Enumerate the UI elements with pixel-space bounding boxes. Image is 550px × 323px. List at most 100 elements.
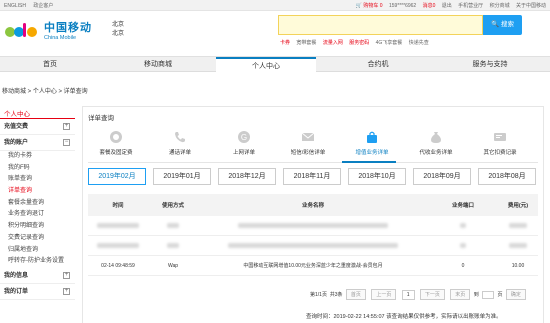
sidebar-item-package-balance[interactable]: 套餐余量查询 bbox=[0, 198, 75, 210]
redacted-text bbox=[238, 223, 388, 228]
page-title: 详单查询 bbox=[88, 115, 114, 122]
logout-link[interactable]: 退出 bbox=[442, 3, 452, 9]
next-page-button[interactable]: 下一页 bbox=[419, 289, 445, 300]
redacted-text bbox=[167, 243, 179, 248]
page-number-button[interactable]: 1 bbox=[401, 290, 415, 300]
prev-page-button[interactable]: 上一页 bbox=[371, 289, 397, 300]
sidebar-item-payment[interactable]: 交费记录查询 bbox=[0, 233, 75, 245]
sidebar-item-bill[interactable]: 账单查询 bbox=[0, 174, 75, 186]
cart-link[interactable]: 🛒 购物车 0 bbox=[356, 3, 383, 9]
english-link[interactable]: ENGLISH bbox=[4, 3, 26, 9]
sidebar-group-recharge[interactable]: 充值交费 + bbox=[0, 119, 75, 135]
category-tabs: 套餐及固定费 通话详单 G 上网详单 短信/彩信详单 增值业务详单 代收业务详单… bbox=[88, 130, 538, 164]
sidebar-item-points[interactable]: 积分明细查询 bbox=[0, 221, 75, 233]
nav-service-support[interactable]: 服务与支持 bbox=[440, 57, 540, 72]
hotlink[interactable]: 服务密码 bbox=[349, 40, 369, 46]
last-page-button[interactable]: 末页 bbox=[450, 289, 471, 300]
sidebar-head: 个人中心 bbox=[0, 108, 75, 119]
cell-time: 02-14 09:48:59 bbox=[101, 262, 135, 269]
hotlink[interactable]: 4G飞享套餐 bbox=[376, 40, 403, 46]
jump-button[interactable]: 确定 bbox=[505, 289, 526, 300]
month-button[interactable]: 2018年09月 bbox=[413, 168, 471, 185]
month-button[interactable]: 2019年01月 bbox=[153, 168, 211, 185]
cell-port: 0 bbox=[461, 262, 465, 269]
table-row: 02-14 09:48:59 Wap 中国移动互联网增值10.00元业务深蓝少年… bbox=[88, 256, 538, 276]
cell-name: 中国移动互联网增值10.00元业务深蓝少年之重度激战-会员包月 bbox=[243, 263, 383, 269]
col-mode: 使用方式 bbox=[161, 203, 184, 209]
envelope-icon bbox=[301, 132, 315, 141]
nav-home[interactable]: 首页 bbox=[0, 57, 100, 72]
search-button[interactable]: 🔍 搜索 bbox=[483, 15, 522, 35]
and-he-logo[interactable] bbox=[4, 17, 38, 41]
sidebar-item-coupons[interactable]: 我的卡券 bbox=[0, 151, 75, 163]
globe-icon: G bbox=[238, 131, 250, 143]
ticket-icon bbox=[494, 133, 506, 141]
nav-mall[interactable]: 移动商城 bbox=[108, 57, 208, 72]
table-row-redacted bbox=[88, 236, 538, 256]
tab-sms-detail[interactable]: 短信/彩信详单 bbox=[280, 130, 336, 156]
collapse-icon[interactable]: − bbox=[63, 139, 70, 146]
svg-text:G: G bbox=[241, 133, 247, 142]
nav-contract-phone[interactable]: 合约机 bbox=[328, 57, 428, 72]
gov-customer-link[interactable]: 政企客户 bbox=[33, 3, 53, 9]
detail-table: 时间 使用方式 业务名称 业务端口 费用(元) 02-14 09:48:59 W… bbox=[88, 194, 538, 276]
sidebar-item-fcode[interactable]: 我的F码 bbox=[0, 163, 75, 175]
redacted-text bbox=[509, 223, 527, 228]
sidebar-item-detail[interactable]: 详单查询 bbox=[0, 186, 75, 198]
month-button[interactable]: 2019年02月 bbox=[88, 168, 146, 185]
expand-icon[interactable]: + bbox=[63, 287, 70, 295]
breadcrumb: 移动商城 > 个人中心 > 详单查询 bbox=[2, 89, 88, 95]
tab-collection-detail[interactable]: 代收业务详单 bbox=[408, 130, 464, 156]
expand-icon[interactable]: + bbox=[63, 271, 70, 279]
sidebar-group-account[interactable]: 我的账户 − bbox=[0, 135, 75, 151]
table-row-redacted bbox=[88, 216, 538, 236]
month-button[interactable]: 2018年10月 bbox=[348, 168, 406, 185]
query-note: 查询时间：2019-02-22 14:55:07 该查询结果仅供参考，实际请以出… bbox=[306, 314, 502, 320]
redacted-text bbox=[460, 223, 466, 228]
user-phone[interactable]: 159****6962 bbox=[389, 3, 416, 9]
expand-icon[interactable]: + bbox=[63, 123, 70, 130]
hotlink[interactable]: 卡券 bbox=[280, 40, 290, 46]
tab-call-detail[interactable]: 通话详单 bbox=[152, 130, 208, 156]
hotlink[interactable]: 宽带套餐 bbox=[296, 40, 316, 46]
tab-internet-detail[interactable]: G 上网详单 bbox=[216, 130, 272, 156]
tab-package-fees[interactable]: 套餐及固定费 bbox=[88, 130, 144, 156]
china-mobile-logo[interactable]: 中国移动 China Mobile bbox=[44, 19, 92, 41]
page-jump-input[interactable] bbox=[482, 290, 495, 299]
city-selector[interactable]: 北京 北京 bbox=[112, 21, 124, 39]
mobile-biz-link[interactable]: 手机营业厅 bbox=[458, 3, 483, 9]
month-button[interactable]: 2018年08月 bbox=[478, 168, 536, 185]
hotlink[interactable]: 快递先查 bbox=[409, 40, 429, 46]
month-button[interactable]: 2018年12月 bbox=[218, 168, 276, 185]
hotlink[interactable]: 流量入网 bbox=[323, 40, 343, 46]
col-port: 业务端口 bbox=[451, 203, 474, 209]
circle-icon bbox=[110, 131, 122, 143]
table-header: 时间 使用方式 业务名称 业务端口 费用(元) bbox=[88, 194, 538, 216]
pagination: 第1/1页 共3条 首页 上一页 1 下一页 末页 到 页 确定 bbox=[310, 289, 528, 300]
cell-mode: Wap bbox=[167, 262, 179, 269]
first-page-button[interactable]: 首页 bbox=[345, 289, 366, 300]
month-selector: 2019年02月 2019年01月 2018年12月 2018年11月 2018… bbox=[88, 168, 538, 186]
money-bag-icon bbox=[431, 132, 441, 143]
sidebar-group-info[interactable]: 我的信息 + bbox=[0, 268, 75, 284]
about-link[interactable]: 关于中国移动 bbox=[516, 3, 546, 9]
col-name: 业务名称 bbox=[301, 203, 324, 209]
month-button[interactable]: 2018年11月 bbox=[283, 168, 341, 185]
tab-divider bbox=[88, 162, 538, 163]
nav-personal-center[interactable]: 个人中心 bbox=[216, 57, 316, 73]
shopping-bag-icon bbox=[367, 131, 377, 143]
points-mall-link[interactable]: 积分商城 bbox=[490, 3, 510, 9]
tab-other-charges[interactable]: 其它扣费记录 bbox=[472, 130, 528, 156]
redacted-text bbox=[97, 243, 139, 248]
search-input[interactable] bbox=[278, 15, 483, 35]
tab-value-added-detail[interactable]: 增值业务详单 bbox=[344, 130, 400, 156]
message-link[interactable]: 消息0 bbox=[423, 3, 436, 9]
sidebar-item-business[interactable]: 业务查询退订 bbox=[0, 209, 75, 221]
sidebar-group-orders[interactable]: 我的订单 + bbox=[0, 284, 75, 300]
sidebar: 个人中心 充值交费 + 我的账户 − 我的卡券 我的F码 账单查询 详单查询 套… bbox=[0, 108, 75, 300]
redacted-text bbox=[167, 223, 179, 228]
sidebar-item-location[interactable]: 归属地查询 bbox=[0, 245, 75, 257]
phone-icon bbox=[175, 132, 185, 143]
active-tab-indicator bbox=[342, 161, 396, 163]
sidebar-item-forward[interactable]: 呼转存-防护业务设置 bbox=[0, 256, 75, 268]
